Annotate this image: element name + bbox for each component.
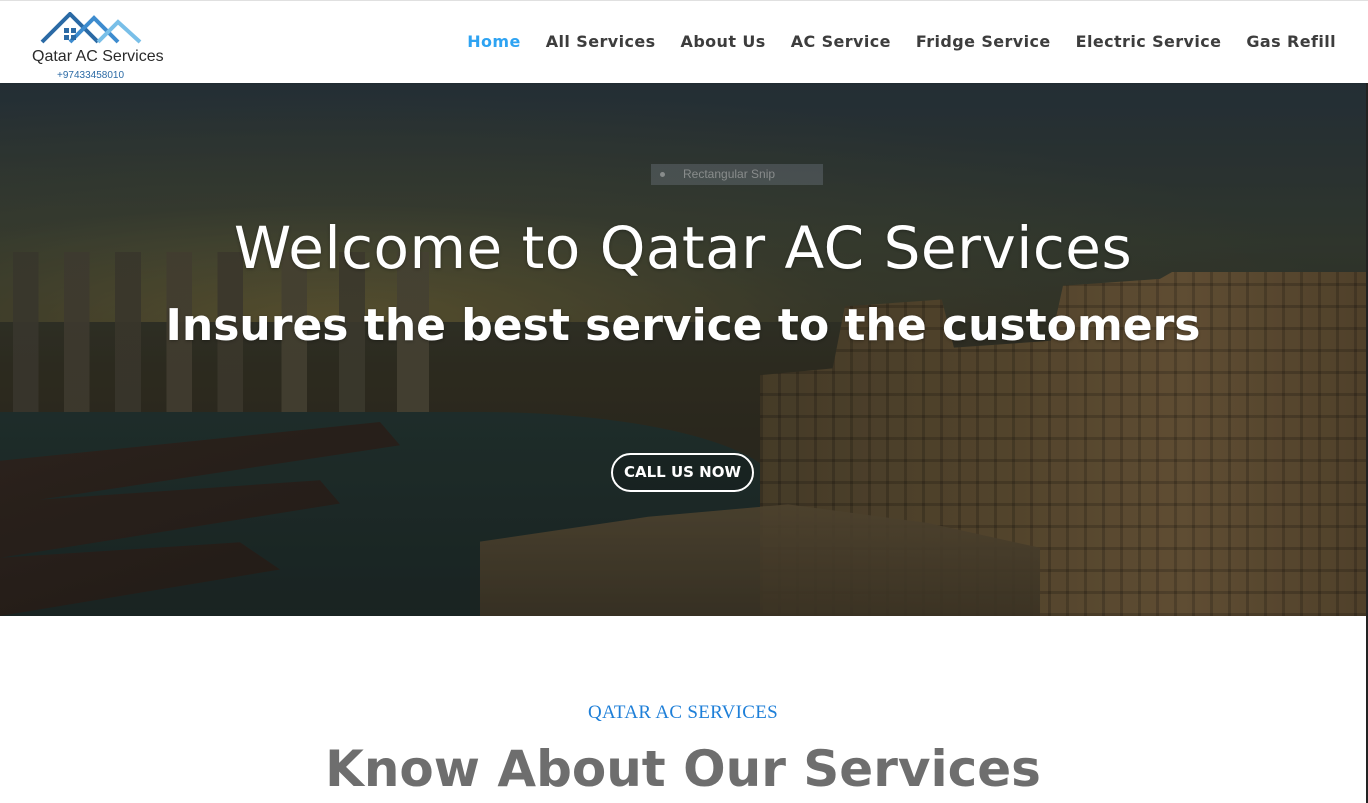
site-header: Qatar AC Services +97433458010 Home All …	[0, 0, 1368, 83]
nav-item-gas-refill[interactable]: Gas Refill	[1246, 32, 1336, 51]
nav-item-electric-service[interactable]: Electric Service	[1076, 32, 1222, 51]
nav-item-about-us[interactable]: About Us	[681, 32, 766, 51]
nav-item-fridge-service[interactable]: Fridge Service	[916, 32, 1051, 51]
logo[interactable]: Qatar AC Services +97433458010	[30, 10, 170, 81]
logo-phone: +97433458010	[57, 70, 125, 81]
snip-label: Rectangular Snip	[683, 167, 776, 181]
main-nav: Home All Services About Us AC Service Fr…	[467, 32, 1336, 51]
call-us-now-button[interactable]: CALL US NOW	[611, 453, 754, 492]
section-kicker: QATAR AC SERVICES	[588, 702, 778, 723]
hero-title: Welcome to Qatar AC Services	[233, 214, 1133, 282]
hero-banner: Rectangular Snip Welcome to Qatar AC Ser…	[0, 82, 1366, 616]
nav-item-ac-service[interactable]: AC Service	[791, 32, 891, 51]
logo-name: Qatar AC Services	[32, 48, 164, 65]
section-title: Know About Our Services	[325, 740, 1041, 798]
snip-dot-icon	[660, 172, 665, 177]
hero-subtitle: Insures the best service to the customer…	[165, 300, 1201, 351]
snip-tool-overlay: Rectangular Snip	[651, 164, 823, 185]
house-logo-icon	[40, 12, 142, 44]
nav-item-home[interactable]: Home	[467, 32, 521, 51]
nav-item-all-services[interactable]: All Services	[546, 32, 656, 51]
